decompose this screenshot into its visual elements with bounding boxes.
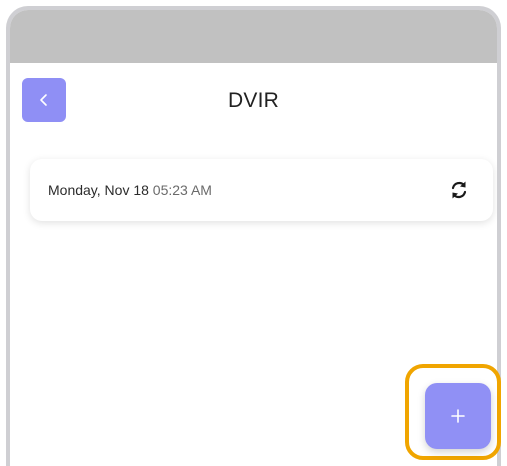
status-bar (10, 10, 497, 63)
plus-icon (450, 408, 466, 424)
entry-datetime: Monday, Nov 18 05:23 AM (48, 182, 212, 198)
sync-icon (447, 178, 471, 202)
app-header: DVIR (10, 63, 497, 143)
dvir-entry-card[interactable]: Monday, Nov 18 05:23 AM (30, 159, 493, 221)
page-title: DVIR (228, 89, 279, 112)
sync-button[interactable] (447, 178, 471, 202)
entry-time: 05:23 AM (152, 182, 212, 198)
add-dvir-button[interactable] (425, 383, 491, 449)
entry-date: Monday, Nov 18 (48, 182, 149, 198)
